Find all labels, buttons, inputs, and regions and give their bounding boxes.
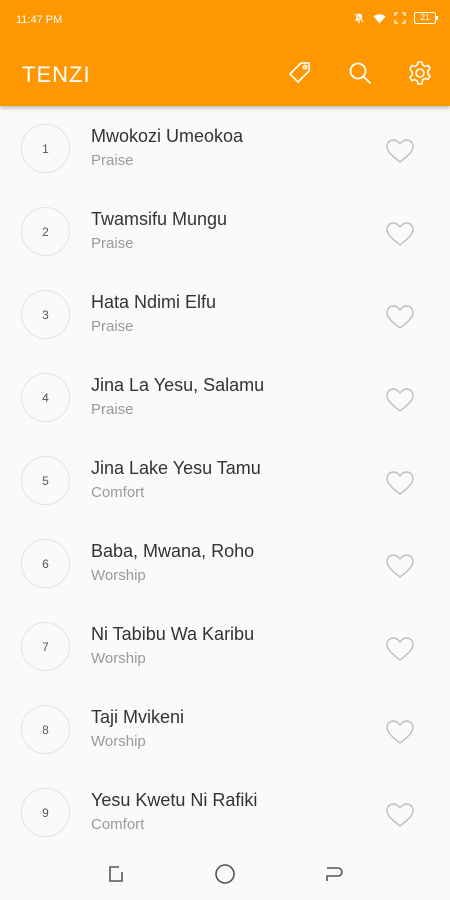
app-bar: 11:47 PM 21 TENZI — [0, 0, 450, 106]
recents-button[interactable] — [104, 862, 128, 886]
screen-capture-icon — [394, 12, 406, 24]
song-title: Ni Tabibu Wa Karibu — [91, 624, 255, 644]
song-category: Praise — [91, 152, 134, 169]
song-number: 3 — [21, 290, 70, 339]
heart-icon — [386, 637, 414, 661]
status-bar: 11:47 PM 21 — [0, 0, 450, 42]
song-category: Comfort — [91, 816, 145, 833]
heart-icon — [386, 471, 414, 495]
status-time: 11:47 PM — [16, 14, 63, 26]
favorite-button[interactable] — [385, 719, 415, 745]
app-title: TENZI — [22, 62, 91, 87]
song-category: Comfort — [91, 484, 145, 501]
back-button[interactable] — [322, 862, 346, 886]
battery-icon: 21 — [414, 12, 438, 24]
song-title: Baba, Mwana, Roho — [91, 541, 255, 561]
list-item[interactable]: 6 Baba, Mwana, Roho Worship — [0, 521, 450, 604]
system-nav-bar — [0, 848, 450, 900]
song-category: Worship — [91, 650, 146, 667]
song-number: 6 — [21, 539, 70, 588]
recents-icon — [109, 866, 123, 882]
search-button[interactable] — [345, 60, 375, 90]
favorite-button[interactable] — [385, 304, 415, 330]
song-title: Yesu Kwetu Ni Rafiki — [91, 790, 258, 810]
settings-button[interactable] — [405, 60, 435, 90]
song-number: 2 — [21, 207, 70, 256]
song-number: 5 — [21, 456, 70, 505]
gear-icon — [407, 60, 433, 91]
list-item[interactable]: 5 Jina Lake Yesu Tamu Comfort — [0, 438, 450, 521]
tag-icon — [286, 59, 314, 92]
heart-icon — [386, 720, 414, 744]
favorite-button[interactable] — [385, 221, 415, 247]
list-item[interactable]: 9 Yesu Kwetu Ni Rafiki Comfort — [0, 770, 450, 848]
list-item[interactable]: 2 Twamsifu Mungu Praise — [0, 189, 450, 272]
song-category: Praise — [91, 401, 134, 418]
song-list: 1 Mwokozi Umeokoa Praise 2 Twamsifu Mung… — [0, 106, 450, 848]
list-item[interactable]: 8 Taji Mvikeni Worship — [0, 687, 450, 770]
song-number: 1 — [21, 124, 70, 173]
mute-bell-icon — [353, 12, 365, 24]
song-category: Praise — [91, 318, 134, 335]
song-number: 8 — [21, 705, 70, 754]
heart-icon — [386, 554, 414, 578]
back-icon — [326, 867, 343, 881]
home-button[interactable] — [213, 862, 237, 886]
heart-icon — [386, 305, 414, 329]
song-title: Mwokozi Umeokoa — [91, 126, 244, 146]
favorite-button[interactable] — [385, 802, 415, 828]
heart-icon — [386, 222, 414, 246]
song-title: Hata Ndimi Elfu — [91, 292, 217, 312]
list-item[interactable]: 4 Jina La Yesu, Salamu Praise — [0, 355, 450, 438]
wifi-icon — [373, 13, 386, 24]
status-icons: 21 — [353, 12, 438, 24]
favorite-button[interactable] — [385, 470, 415, 496]
favorite-button[interactable] — [385, 387, 415, 413]
song-category: Worship — [91, 733, 146, 750]
favorite-button[interactable] — [385, 138, 415, 164]
song-title: Twamsifu Mungu — [91, 209, 228, 229]
song-number: 9 — [21, 788, 70, 837]
song-number: 7 — [21, 622, 70, 671]
search-icon — [347, 60, 373, 91]
list-item[interactable]: 3 Hata Ndimi Elfu Praise — [0, 272, 450, 355]
favorite-button[interactable] — [385, 636, 415, 662]
tag-button[interactable] — [285, 60, 315, 90]
song-title: Jina La Yesu, Salamu — [91, 375, 265, 395]
favorite-button[interactable] — [385, 553, 415, 579]
home-icon — [215, 864, 235, 884]
song-number: 4 — [21, 373, 70, 422]
song-title: Taji Mvikeni — [91, 707, 185, 727]
list-item[interactable]: 1 Mwokozi Umeokoa Praise — [0, 106, 450, 189]
heart-icon — [386, 803, 414, 827]
song-category: Praise — [91, 235, 134, 252]
list-item[interactable]: 7 Ni Tabibu Wa Karibu Worship — [0, 604, 450, 687]
song-category: Worship — [91, 567, 146, 584]
heart-icon — [386, 388, 414, 412]
song-title: Jina Lake Yesu Tamu — [91, 458, 261, 478]
heart-icon — [386, 139, 414, 163]
